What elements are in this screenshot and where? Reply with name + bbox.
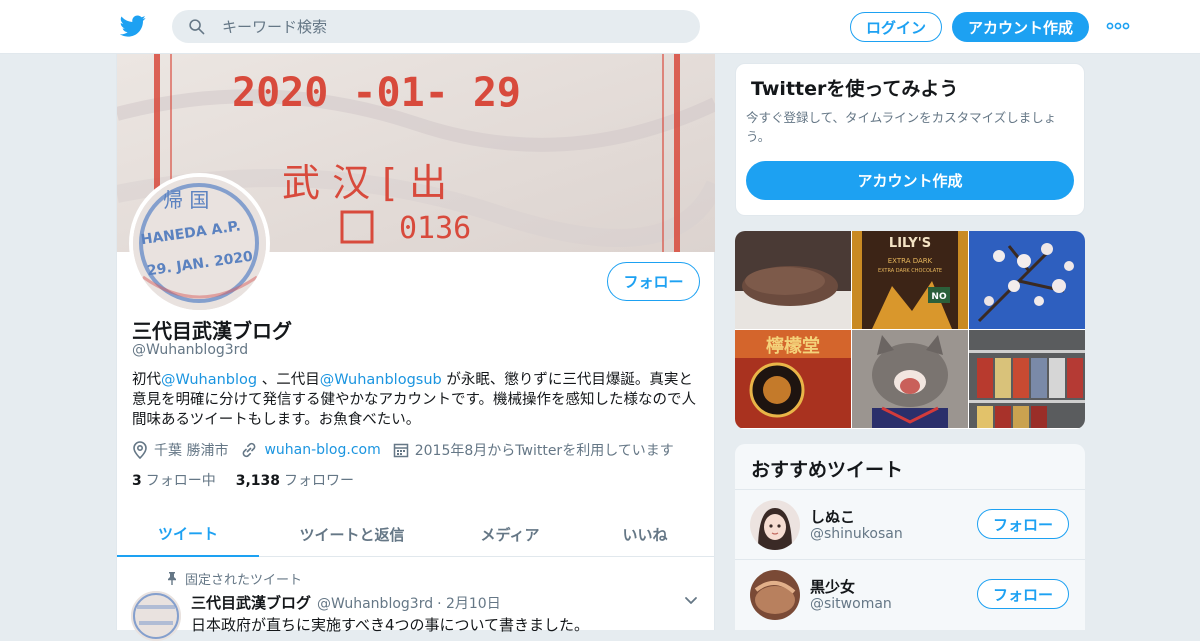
tweet-author-handle[interactable]: @Wuhanblog3rd (317, 596, 433, 612)
link-icon (243, 442, 256, 458)
media-food-image (735, 231, 851, 329)
recommended-follow-button[interactable]: フォロー (977, 509, 1069, 539)
profile-tabs: ツイート ツイートと返信 メディア いいね (117, 511, 715, 557)
tab-tweets-and-replies[interactable]: ツイートと返信 (259, 511, 445, 557)
banner-stamp-number: 0136 (399, 211, 471, 246)
location-pin-icon (133, 441, 147, 459)
media-thumbnail-2[interactable]: LILY'S EXTRA DARK EXTRA DARK CHOCOLATE N… (852, 231, 968, 329)
shinuko-avatar-image (750, 500, 800, 550)
profile-avatar[interactable]: 帰 国 HANEDA A.P. 29. JAN. 2020 (129, 173, 270, 314)
recommended-user-avatar[interactable] (750, 570, 800, 620)
location-item: 千葉 勝浦市 (132, 440, 228, 460)
chocolate-badge: NO (931, 292, 947, 302)
banner-stamp-date: 2020 -01- 29 (232, 70, 521, 116)
banner-stamp-city: 武 汉 [ 出 (282, 161, 447, 205)
pinned-tweet-indicator: 固定されたツイート (167, 569, 302, 588)
following-count: 3 (132, 473, 142, 489)
tweet-header: 三代目武漢ブログ @Wuhanblog3rd · 2月10日 (191, 592, 501, 613)
recommended-user-name[interactable]: 黒少女 (810, 576, 855, 597)
profile-bio: 初代@Wuhanblog 、二代目@Wuhanblogsub が永眠、懲りずに三… (132, 370, 704, 430)
recommended-follow-button[interactable]: フォロー (977, 579, 1069, 609)
recommended-user-handle[interactable]: @shinukosan (810, 526, 903, 542)
chocolate-sub-label: EXTRA DARK CHOCOLATE (878, 268, 942, 274)
bio-text-2: 、二代目 (257, 372, 320, 388)
joined-item: 2015年8月からTwitterを利用しています (393, 440, 674, 460)
profile-name: 三代目武漢ブログ (132, 319, 292, 343)
media-chocolate-image: LILY'S EXTRA DARK EXTRA DARK CHOCOLATE N… (852, 231, 968, 329)
recommended-user-handle[interactable]: @sitwoman (810, 596, 892, 612)
login-button[interactable]: ログイン (850, 12, 942, 42)
followers-count: 3,138 (235, 473, 281, 489)
followers-label: フォロワー (284, 473, 355, 489)
profile-joined-date: 2015年8月からTwitterを利用しています (414, 443, 674, 459)
tab-media[interactable]: メディア (445, 511, 575, 557)
follow-button[interactable]: フォロー (607, 262, 700, 301)
more-options-icon[interactable] (1106, 20, 1130, 32)
media-blossom-image (969, 231, 1085, 329)
tweet-avatar-image (131, 591, 181, 641)
followers-count-link[interactable]: 3,138 フォロワー (236, 470, 354, 490)
recommended-user-name[interactable]: しぬこ (810, 506, 855, 527)
signup-card-title: Twitterを使ってみよう (751, 78, 959, 100)
media-thumbnail-1[interactable] (735, 231, 851, 329)
profile-counts: 3 フォロー中 3,138 フォロワー (132, 470, 374, 490)
signup-card: Twitterを使ってみよう 今すぐ登録して、タイムラインをカスタマイズしましょ… (735, 63, 1085, 216)
twitter-bird-icon[interactable] (120, 13, 146, 39)
bio-mention-wuhanblogsub[interactable]: @Wuhanblogsub (320, 372, 442, 388)
search-icon (189, 19, 205, 35)
tweet-text: 日本政府が直ちに実施すべき4つの事について書きました。 (191, 616, 590, 634)
profile-column: 2020 -01- 29 武 汉 [ 出 0136 帰 国 HANEDA A.P… (116, 54, 715, 641)
drink-label: 檸檬堂 (766, 335, 820, 357)
profile-website-link[interactable]: wuhan-blog.com (264, 442, 380, 458)
search-box[interactable] (172, 10, 700, 43)
following-count-link[interactable]: 3 フォロー中 (132, 470, 216, 490)
avatar-stamp-top: 帰 国 (163, 188, 209, 212)
following-label: フォロー中 (145, 473, 216, 489)
tweet-author-name[interactable]: 三代目武漢ブログ (191, 592, 311, 613)
tab-tweets[interactable]: ツイート (117, 511, 259, 557)
media-thumbnail-4[interactable]: 檸檬堂 (735, 330, 851, 428)
tab-likes[interactable]: いいね (575, 511, 715, 557)
search-input[interactable] (222, 10, 682, 43)
signup-card-button[interactable]: アカウント作成 (746, 161, 1074, 200)
media-drink-image: 檸檬堂 (735, 330, 851, 428)
profile-handle[interactable]: @Wuhanblog3rd (132, 342, 248, 358)
media-cat-image (852, 330, 968, 428)
pinned-tweet-label: 固定されたツイート (185, 573, 303, 588)
signup-card-description: 今すぐ登録して、タイムラインをカスタマイズしましょう。 (746, 110, 1057, 144)
recommended-user-row: 黒少女 @sitwoman フォロー (735, 559, 1085, 629)
recommended-user-avatar[interactable] (750, 500, 800, 550)
signup-button[interactable]: アカウント作成 (952, 12, 1089, 42)
sitwoman-avatar-image (750, 570, 800, 620)
media-thumbnail-3[interactable] (969, 231, 1085, 329)
chocolate-label: EXTRA DARK (888, 257, 933, 265)
recommended-title: おすすめツイート (751, 459, 904, 481)
avatar-stamp-image: 帰 国 HANEDA A.P. 29. JAN. 2020 (133, 177, 266, 310)
tweet-author-avatar[interactable] (131, 591, 181, 641)
recommended-accounts: おすすめツイート しぬこ @shinukosan フォロー 黒少女 @sitwo… (735, 444, 1085, 630)
top-navigation-bar: ログイン アカウント作成 (0, 0, 1200, 54)
media-grid: LILY'S EXTRA DARK EXTRA DARK CHOCOLATE N… (735, 231, 1085, 429)
recommended-user-row: しぬこ @shinukosan フォロー (735, 489, 1085, 559)
media-thumbnail-6[interactable] (969, 330, 1085, 428)
calendar-icon (393, 443, 408, 458)
bio-text-1: 初代 (132, 372, 161, 388)
media-thumbnail-5[interactable] (852, 330, 968, 428)
tweet-date[interactable]: · 2月10日 (437, 593, 501, 613)
website-item: wuhan-blog.com (240, 441, 381, 459)
media-cans-image (969, 330, 1085, 428)
chocolate-brand: LILY'S (889, 236, 931, 251)
chevron-down-icon[interactable] (683, 592, 699, 608)
profile-meta: 千葉 勝浦市 wuhan-blog.com 2015年8月からTwitterを利… (132, 440, 686, 460)
profile-location: 千葉 勝浦市 (154, 443, 229, 459)
pin-icon (168, 572, 176, 585)
bio-mention-wuhanblog[interactable]: @Wuhanblog (161, 372, 257, 388)
